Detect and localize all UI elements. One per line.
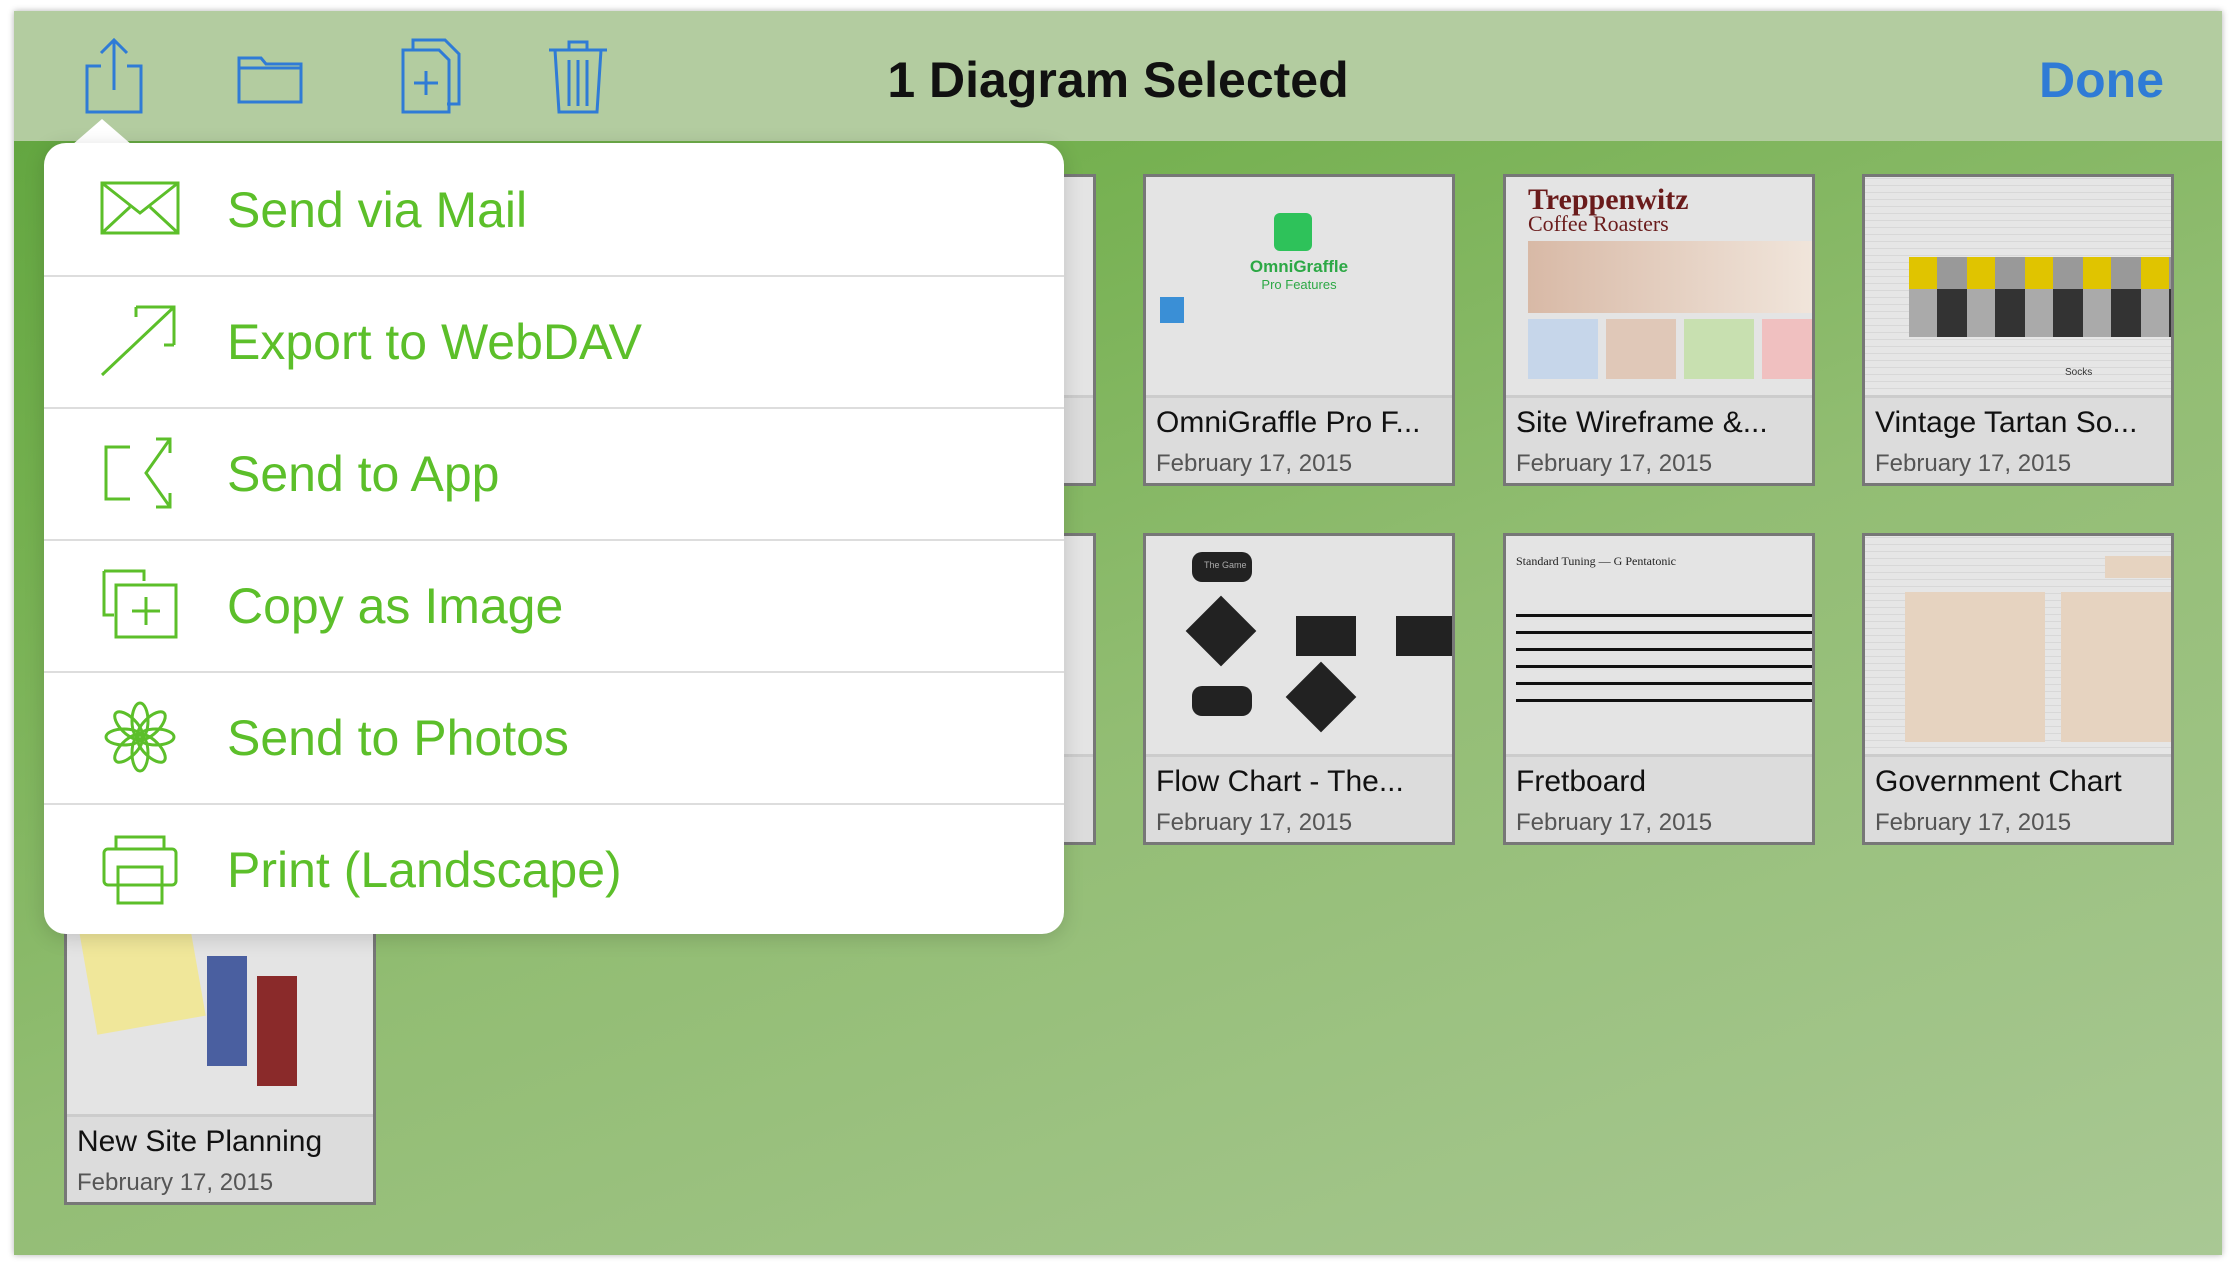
canvas-icon (1160, 297, 1184, 323)
photos-icon (100, 701, 180, 773)
menu-item-send-to-app[interactable]: Send to App (44, 407, 1064, 541)
menu-item-print-landscape[interactable]: Print (Landscape) (44, 803, 1064, 935)
thumbnail-preview: Standard Tuning — G Pentatonic (1506, 536, 1812, 754)
document-vintage-tartan[interactable]: Socks Vintage Tartan So... February 17, … (1862, 174, 2174, 486)
toolbar: 1 Diagram Selected Done (14, 11, 2222, 141)
menu-item-label: Export to WebDAV (227, 314, 642, 370)
preview-text: The Game (1204, 560, 1247, 570)
document-date: February 17, 2015 (1156, 809, 1353, 836)
document-date: February 17, 2015 (1516, 809, 1713, 836)
app-window: 1 Diagram Selected Done OmniGraffle Pro … (14, 11, 2222, 1255)
document-new-site-planning[interactable]: New Site Planning February 17, 2015 (64, 893, 376, 1205)
menu-item-label: Send to Photos (227, 710, 569, 766)
page-title: 1 Diagram Selected (887, 52, 1349, 108)
banner-image (1528, 241, 1812, 313)
document-date: February 17, 2015 (1516, 450, 1713, 477)
document-name: New Site Planning (77, 1125, 323, 1158)
document-name: Site Wireframe &... (1516, 406, 1768, 439)
menu-item-label: Print (Landscape) (227, 842, 622, 898)
document-date: February 17, 2015 (1875, 450, 2072, 477)
document-flow-chart[interactable]: The Game Flow Chart - The... February 17… (1143, 533, 1455, 845)
document-name: Vintage Tartan So... (1875, 406, 2138, 439)
menu-item-label: Send via Mail (227, 182, 528, 238)
thumbnail-preview: Treppenwitz Coffee Roasters (1506, 177, 1812, 395)
document-date: February 17, 2015 (1156, 450, 1353, 477)
done-button[interactable]: Done (2039, 51, 2164, 109)
menu-item-label: Copy as Image (227, 578, 564, 634)
document-omnigraffle-pro-features[interactable]: OmniGraffle Pro Features OmniGraffle Pro… (1143, 174, 1455, 486)
document-date: February 17, 2015 (77, 1169, 274, 1196)
copy-image-icon (100, 569, 180, 641)
export-icon (100, 305, 180, 377)
menu-item-send-to-photos[interactable]: Send to Photos (44, 671, 1064, 805)
thumbnail-preview: OmniGraffle Pro Features (1146, 177, 1452, 395)
preview-text: OmniGraffle (1249, 257, 1349, 276)
thumbnail-preview (1865, 536, 2171, 754)
document-name: OmniGraffle Pro F... (1156, 406, 1421, 439)
mail-icon (100, 173, 180, 245)
omnigraffle-logo-icon (1274, 213, 1312, 251)
popover-arrow (72, 119, 132, 145)
thumbnail-preview: Socks (1865, 177, 2171, 395)
document-fretboard[interactable]: Standard Tuning — G Pentatonic Fretboard… (1503, 533, 1815, 845)
document-name: Government Chart (1875, 765, 2122, 798)
document-government-chart[interactable]: Government Chart February 17, 2015 (1862, 533, 2174, 845)
document-name: Fretboard (1516, 765, 1647, 798)
menu-item-export-to-webdav[interactable]: Export to WebDAV (44, 275, 1064, 409)
preview-text: Socks (2065, 367, 2093, 378)
fretboard-strings (1516, 606, 1812, 716)
thumbnail-preview: The Game (1146, 536, 1452, 754)
menu-item-label: Send to App (227, 446, 500, 502)
document-site-wireframe[interactable]: Treppenwitz Coffee Roasters Site Wirefra… (1503, 174, 1815, 486)
menu-item-copy-as-image[interactable]: Copy as Image (44, 539, 1064, 673)
document-name: Flow Chart - The... (1156, 765, 1404, 798)
share-menu-popover: Send via Mail Export to WebDAV Send to A… (44, 143, 1064, 934)
preview-text: Pro Features (1261, 277, 1337, 292)
menu-item-send-via-mail[interactable]: Send via Mail (44, 143, 1064, 277)
print-icon (100, 833, 180, 905)
preview-text: Standard Tuning — G Pentatonic (1516, 554, 1677, 568)
preview-text: Coffee Roasters (1528, 211, 1669, 236)
document-date: February 17, 2015 (1875, 809, 2072, 836)
send-to-app-icon (100, 437, 180, 509)
